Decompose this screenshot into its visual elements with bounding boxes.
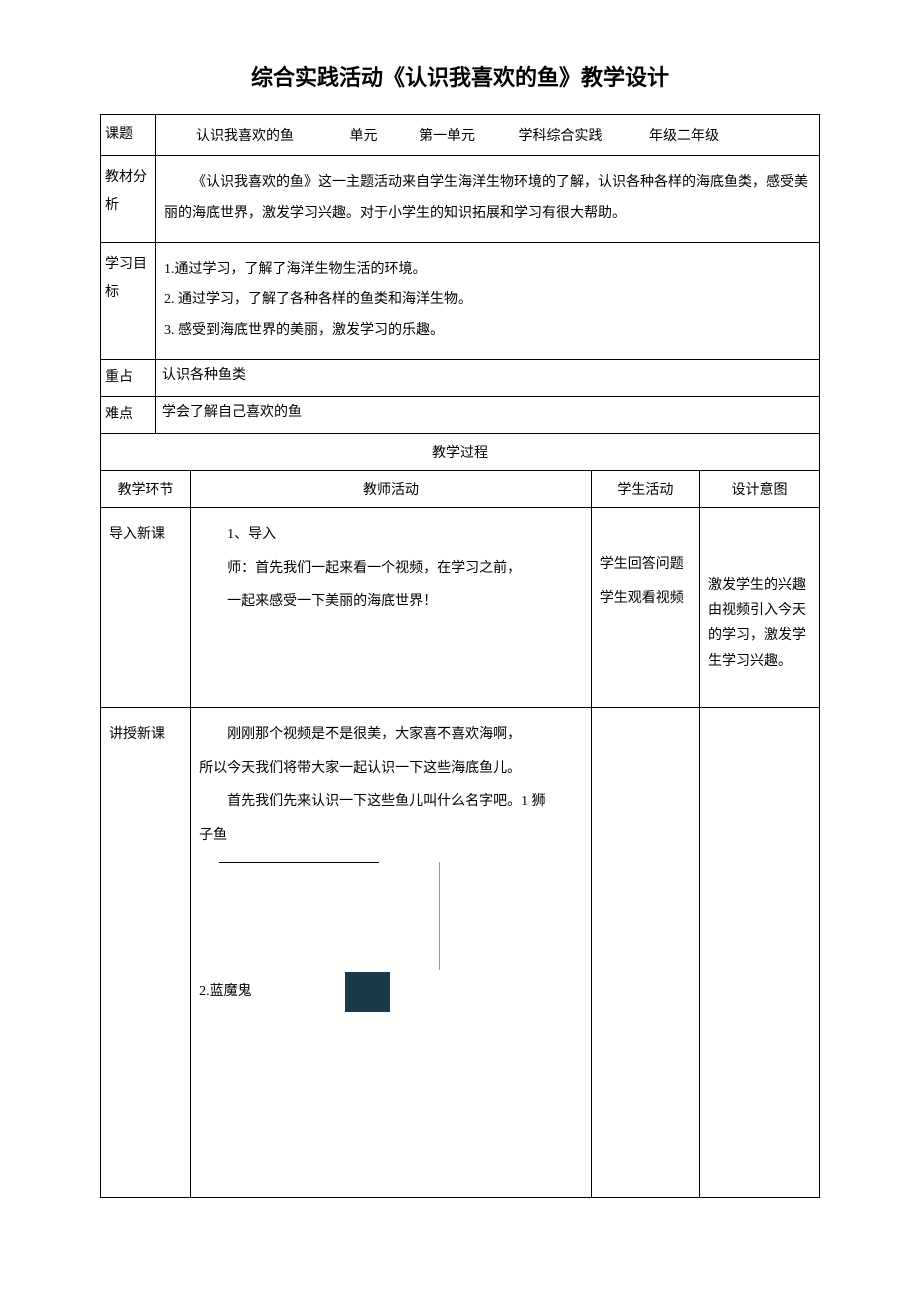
divider-line [439, 862, 440, 970]
teach-row: 讲授新课 刚刚那个视频是不是很美，大家喜不喜欢海啊， 所以今天我们将带大家一起认… [101, 707, 820, 1197]
process-header-row: 教学过程 [101, 433, 820, 470]
analysis-label: 教材分析 [101, 156, 156, 243]
keypoint-label: 重占 [101, 359, 156, 396]
grade-label: 年级二年级 [624, 125, 744, 145]
keypoint-row: 重占 认识各种鱼类 [101, 359, 820, 396]
goal-2: 2. 通过学习，了解了各种各样的鱼类和海洋生物。 [164, 285, 811, 316]
image-placeholder-2 [345, 972, 390, 1012]
teach-t2: 所以今天我们将带大家一起认识一下这些海底鱼儿。 [199, 752, 583, 786]
unit-value: 第一单元 [397, 125, 497, 145]
topic-value: 认识我喜欢的鱼 [160, 125, 330, 145]
difficulty-row: 难点 学会了解自己喜欢的鱼 [101, 396, 820, 433]
difficulty-text: 学会了解自己喜欢的鱼 [156, 396, 820, 433]
goal-1: 1.通过学习，了解了海洋生物生活的环境。 [164, 255, 811, 286]
process-header: 教学过程 [101, 433, 820, 470]
topic-label: 课题 [101, 115, 156, 156]
col-teacher: 教师活动 [191, 470, 592, 507]
intro-student: 学生回答问题 学生观看视频 [591, 507, 699, 707]
lesson-plan-table: 课题 认识我喜欢的鱼 单元 第一单元 学科综合实践 年级二年级 教材分析 《认识… [100, 114, 820, 1198]
column-header-row: 教学环节 教师活动 学生活动 设计意图 [101, 470, 820, 507]
unit-label: 单元 [334, 125, 394, 145]
teach-env: 讲授新课 [101, 707, 191, 1197]
col-student: 学生活动 [591, 470, 699, 507]
topic-row: 课题 认识我喜欢的鱼 单元 第一单元 学科综合实践 年级二年级 [101, 115, 820, 156]
goal-3: 3. 感受到海底世界的美丽，激发学习的乐趣。 [164, 316, 811, 347]
analysis-row: 教材分析 《认识我喜欢的鱼》这一主题活动来自学生海洋生物环境的了解，认识各种各样… [101, 156, 820, 243]
keypoint-text: 认识各种鱼类 [156, 359, 820, 396]
teach-intent [700, 707, 820, 1197]
analysis-content: 《认识我喜欢的鱼》这一主题活动来自学生海洋生物环境的了解，认识各种各样的海底鱼类… [156, 156, 820, 243]
subject-label: 学科综合实践 [501, 125, 621, 145]
intro-s1: 学生回答问题 [600, 548, 691, 582]
analysis-text: 《认识我喜欢的鱼》这一主题活动来自学生海洋生物环境的了解，认识各种各样的海底鱼类… [164, 168, 811, 230]
intro-row: 导入新课 1、导入 师：首先我们一起来看一个视频，在学习之前， 一起来感受一下美… [101, 507, 820, 707]
goals-content: 1.通过学习，了解了海洋生物生活的环境。 2. 通过学习，了解了各种各样的鱼类和… [156, 242, 820, 359]
intro-t2: 师：首先我们一起来看一个视频，在学习之前， [199, 552, 583, 586]
teach-t4: 子鱼 [199, 819, 583, 853]
intro-t1: 1、导入 [199, 518, 583, 552]
intro-intent: 激发学生的兴趣 由视频引入今天的学习，激发学生学习兴趣。 [700, 507, 820, 707]
image-placeholder-1 [219, 862, 379, 962]
teach-t5: 2.蓝魔鬼 [199, 985, 252, 1000]
intro-i1: 激发学生的兴趣 [708, 573, 811, 598]
teach-t1: 刚刚那个视频是不是很美，大家喜不喜欢海啊， [199, 718, 583, 752]
intro-s2: 学生观看视频 [600, 582, 691, 616]
intro-i2: 由视频引入今天的学习，激发学生学习兴趣。 [708, 598, 811, 674]
topic-content: 认识我喜欢的鱼 单元 第一单元 学科综合实践 年级二年级 [156, 115, 820, 156]
goals-row: 学习目标 1.通过学习，了解了海洋生物生活的环境。 2. 通过学习，了解了各种各… [101, 242, 820, 359]
goals-label: 学习目标 [101, 242, 156, 359]
col-intent: 设计意图 [700, 470, 820, 507]
teach-teacher: 刚刚那个视频是不是很美，大家喜不喜欢海啊， 所以今天我们将带大家一起认识一下这些… [191, 707, 592, 1197]
teach-t3: 首先我们先来认识一下这些鱼儿叫什么名字吧。1 狮 [199, 785, 583, 819]
difficulty-label: 难点 [101, 396, 156, 433]
intro-env: 导入新课 [101, 507, 191, 707]
intro-t3: 一起来感受一下美丽的海底世界！ [199, 585, 583, 619]
teach-student [591, 707, 699, 1197]
intro-teacher: 1、导入 师：首先我们一起来看一个视频，在学习之前， 一起来感受一下美丽的海底世… [191, 507, 592, 707]
page-title: 综合实践活动《认识我喜欢的鱼》教学设计 [100, 60, 820, 92]
col-env: 教学环节 [101, 470, 191, 507]
